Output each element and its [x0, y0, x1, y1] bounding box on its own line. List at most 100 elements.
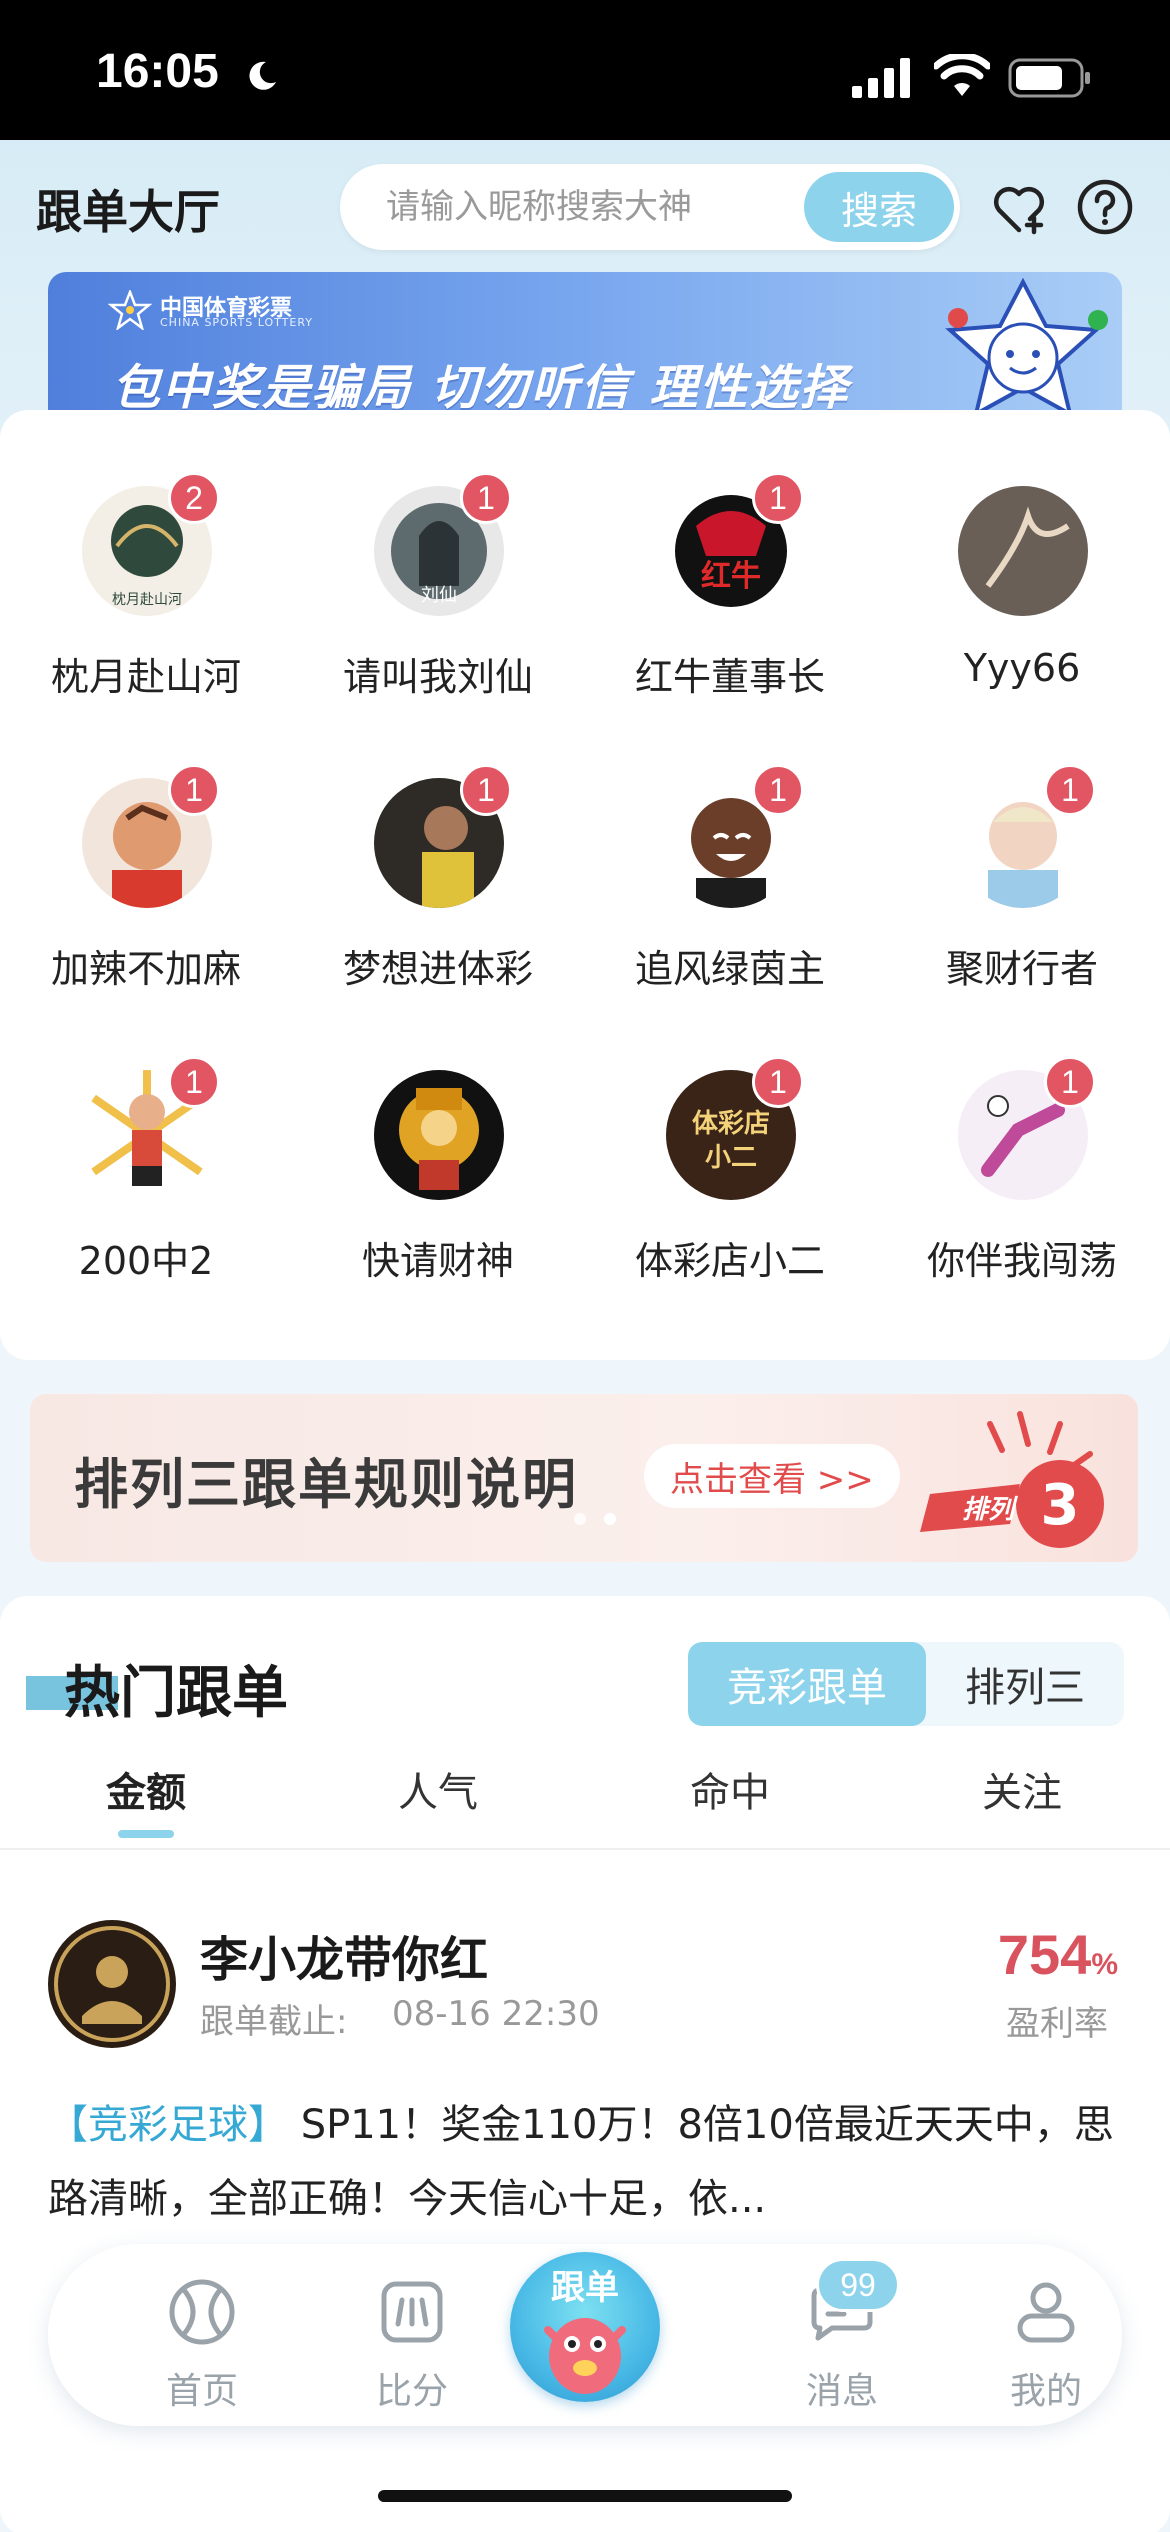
help-icon[interactable]	[1076, 178, 1134, 236]
expert-grid: 枕月赴山河 2 枕月赴山河 刘仙 1 请叫我刘仙 红牛 1 红牛董事长 Yyy6…	[0, 410, 1170, 1360]
unread-badge: 1	[1044, 764, 1096, 816]
expert-name: 枕月赴山河	[50, 655, 241, 699]
pailie3-logo-icon: 排列 3	[920, 1411, 1104, 1548]
expert-name: 体彩店小二	[634, 1239, 825, 1283]
search-button[interactable]: 搜索	[804, 172, 954, 242]
tab-home[interactable]: 首页	[122, 2266, 282, 2412]
unread-badge: 1	[460, 472, 512, 524]
expert-item[interactable]: 1 200中2	[0, 994, 292, 1283]
expert-name: 200中2	[78, 1239, 214, 1283]
expert-name: 追风绿茵主	[634, 947, 825, 991]
profit-rate-unit: %	[1091, 1948, 1118, 1981]
expert-item[interactable]: 红牛 1 红牛董事长	[584, 410, 876, 699]
expert-item[interactable]: 1 梦想进体彩	[292, 702, 584, 991]
tab-mine-label: 我的	[1009, 2371, 1082, 2412]
profit-rate: 754%	[998, 1922, 1118, 1987]
bottom-tab-bar: 首页 比分 跟单 消息 99 我的	[48, 2244, 1122, 2426]
expert-item[interactable]: 刘仙 1 请叫我刘仙	[292, 410, 584, 699]
expert-item[interactable]: 枕月赴山河 2 枕月赴山河	[0, 410, 292, 699]
active-tab-indicator	[118, 1830, 174, 1838]
sort-tab-amount[interactable]: 金额	[0, 1760, 292, 1818]
view-rules-link[interactable]: 点击查看 >>	[644, 1444, 900, 1508]
tab-score-label: 比分	[375, 2371, 448, 2412]
unread-badge: 1	[752, 472, 804, 524]
china-sports-lottery-logo-icon	[108, 290, 152, 330]
pailie3-logo-text: 排列	[962, 1495, 1019, 1525]
sort-tab-popularity[interactable]: 人气	[292, 1760, 584, 1818]
svg-text:小二: 小二	[705, 1143, 757, 1173]
category-segmented-control: 竞彩跟单 排列三	[688, 1642, 1124, 1726]
wifi-icon	[934, 54, 990, 96]
deadline-value: 08-16 22:30	[392, 1994, 600, 2034]
post-author-name[interactable]: 李小龙带你红	[200, 1920, 488, 1990]
expert-name: Yyy66	[963, 646, 1081, 690]
score-board-icon	[381, 2281, 443, 2343]
hot-follow-title: 热门跟单	[64, 1661, 288, 1726]
post-content: 【竞彩足球】 SP11！奖金110万！8倍10倍最近天天中，思路清晰，全部正确！…	[48, 2088, 1128, 2236]
post-author-avatar	[48, 1920, 176, 2048]
svg-text:刘仙: 刘仙	[421, 585, 457, 606]
search-bar: 搜索	[340, 164, 960, 250]
status-time: 16:05	[96, 45, 219, 98]
cellular-signal-icon	[852, 58, 910, 98]
segment-pailie3[interactable]: 排列三	[926, 1642, 1124, 1726]
status-bar: 16:05	[0, 0, 1170, 140]
messages-count-badge: 99	[816, 2258, 900, 2312]
unread-badge: 1	[752, 1056, 804, 1108]
home-indicator	[378, 2490, 792, 2502]
banner-slogan: 包中奖是骗局 切勿听信 理性选择	[112, 360, 850, 416]
pailie3-logo-number: 3	[1041, 1473, 1080, 1538]
expert-item[interactable]: 快请财神	[292, 994, 584, 1283]
rules-title: 排列三跟单规则说明	[74, 1453, 578, 1516]
search-input[interactable]	[386, 182, 786, 232]
favorite-heart-icon[interactable]	[990, 180, 1048, 238]
tab-follow-label: 跟单	[551, 2268, 619, 2308]
expert-name: 梦想进体彩	[342, 947, 533, 991]
expert-name: 聚财行者	[945, 947, 1098, 991]
post-category-tag: 【竞彩足球】	[48, 2102, 288, 2148]
expert-name: 加辣不加麻	[50, 947, 241, 991]
expert-item[interactable]: 1 你伴我闯荡	[876, 994, 1168, 1283]
page-title: 跟单大厅	[36, 185, 220, 239]
battery-icon	[1008, 58, 1090, 98]
svg-text:枕月赴山河: 枕月赴山河	[112, 592, 182, 608]
profit-rate-value: 754	[997, 1923, 1092, 1986]
svg-text:体彩店: 体彩店	[692, 1109, 770, 1139]
tab-follow-center[interactable]: 跟单	[510, 2252, 660, 2402]
profile-icon	[1017, 2282, 1075, 2343]
follow-post-card[interactable]: 李小龙带你红 跟单截止: 08-16 22:30 754% 盈利率 【竞彩足球】…	[0, 1866, 1170, 2236]
svg-text:红牛: 红牛	[701, 559, 761, 594]
home-ball-icon	[169, 2279, 235, 2345]
sort-tab-hit-rate[interactable]: 命中	[584, 1760, 876, 1818]
deadline-label: 跟单截止:	[200, 2002, 348, 2042]
segment-jingcai[interactable]: 竞彩跟单	[688, 1642, 926, 1726]
unread-badge: 1	[168, 1056, 220, 1108]
expert-item[interactable]: 1 聚财行者	[876, 702, 1168, 991]
expert-item[interactable]: 体彩店 小二 1 体彩店小二	[584, 994, 876, 1283]
unread-badge: 1	[460, 764, 512, 816]
unread-badge: 1	[752, 764, 804, 816]
unread-badge: 1	[1044, 1056, 1096, 1108]
tab-home-label: 首页	[165, 2371, 238, 2412]
unread-badge: 1	[168, 764, 220, 816]
unread-badge: 2	[168, 472, 220, 524]
expert-name: 你伴我闯荡	[926, 1239, 1117, 1283]
expert-item[interactable]: 1 加辣不加麻	[0, 702, 292, 991]
expert-item[interactable]: 1 追风绿茵主	[584, 702, 876, 991]
expert-name: 快请财神	[361, 1239, 514, 1283]
sort-tab-following[interactable]: 关注	[876, 1760, 1168, 1818]
tab-messages-label: 消息	[805, 2371, 878, 2412]
expert-item[interactable]: Yyy66	[876, 410, 1168, 690]
banner-brand-en: CHINA SPORTS LOTTERY	[160, 316, 314, 329]
tab-score[interactable]: 比分	[332, 2266, 492, 2412]
moon-icon	[249, 61, 276, 90]
expert-name: 红牛董事长	[634, 655, 825, 699]
expert-avatar	[374, 1070, 504, 1200]
expert-avatar	[958, 486, 1088, 616]
expert-name: 请叫我刘仙	[342, 655, 533, 699]
tab-mine[interactable]: 我的	[966, 2266, 1126, 2412]
rules-banner[interactable]: 排列三跟单规则说明 点击查看 >> 排列 3	[30, 1394, 1138, 1562]
sort-tabs: 金额 人气 命中 关注	[0, 1760, 1170, 1850]
carousel-dots	[574, 1513, 616, 1525]
profit-rate-label: 盈利率	[1006, 2004, 1108, 2044]
